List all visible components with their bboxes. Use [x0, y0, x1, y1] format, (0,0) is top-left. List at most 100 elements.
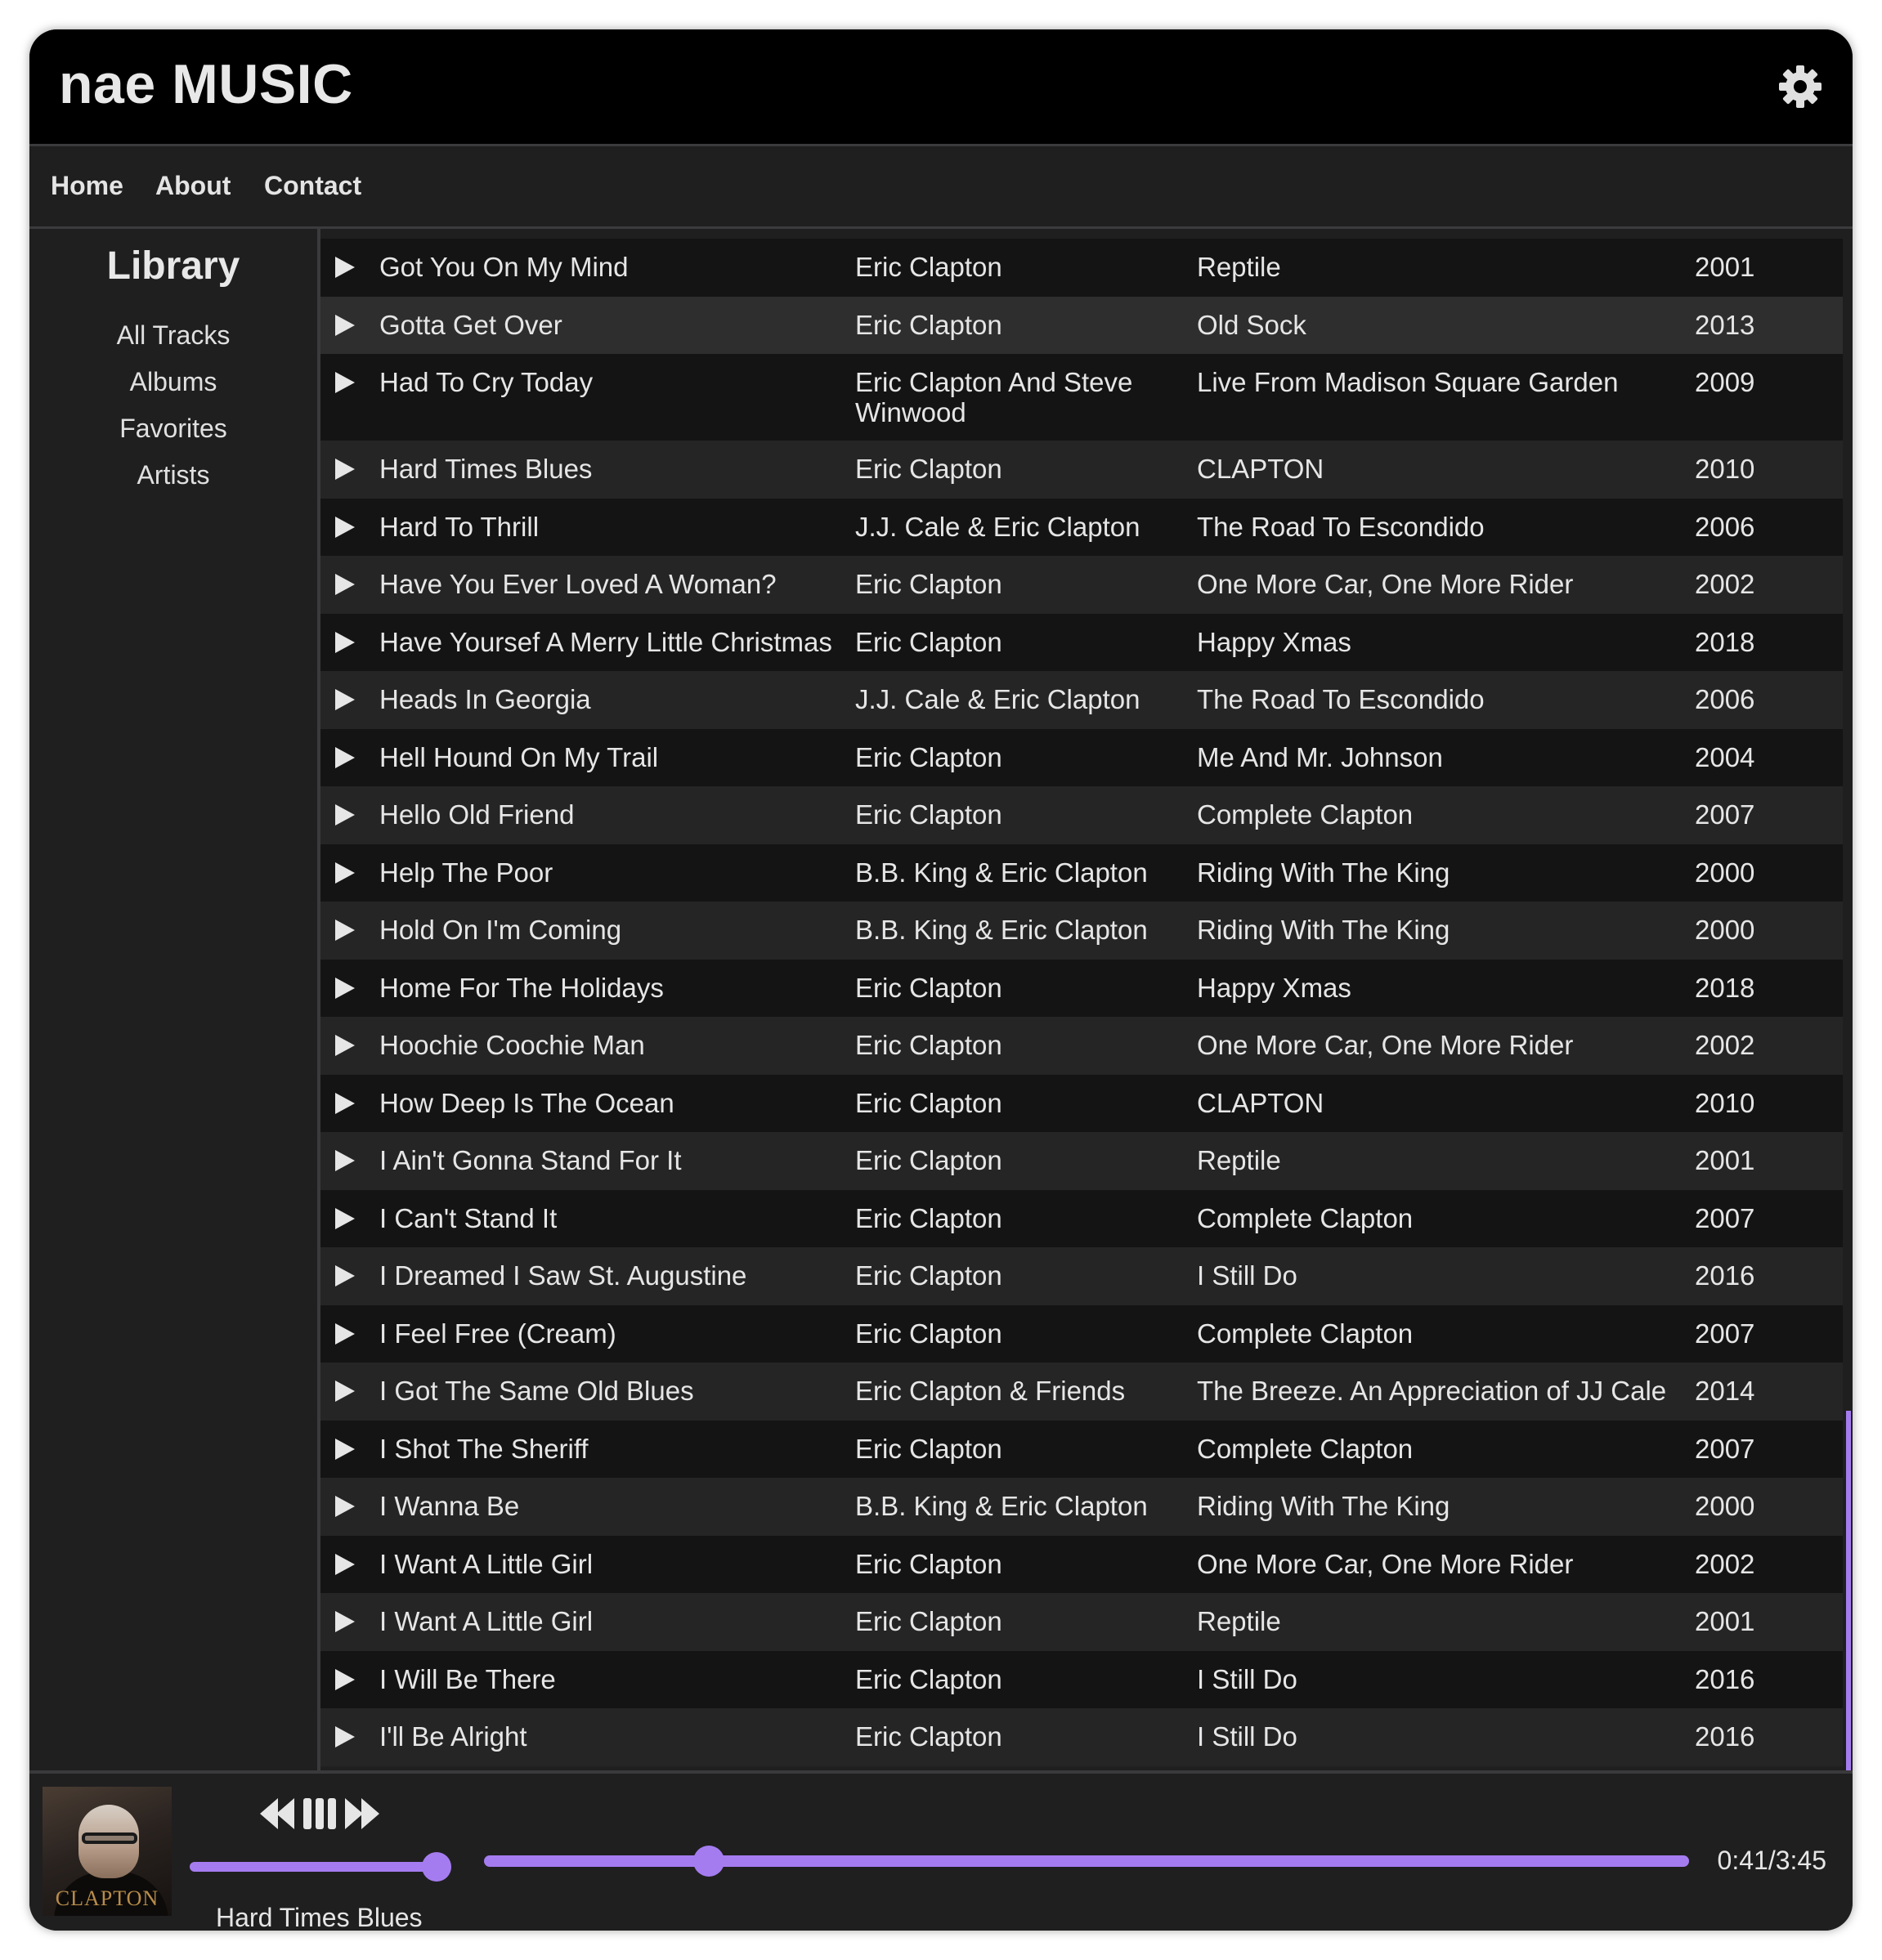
track-row[interactable]: Hard Times Blues Eric Clapton CLAPTON 2010 — [320, 441, 1843, 499]
next-icon[interactable] — [345, 1798, 379, 1829]
play-icon[interactable] — [332, 687, 356, 712]
sidebar-item-favorites[interactable]: Favorites — [29, 414, 317, 444]
play-icon[interactable] — [332, 457, 356, 481]
play-icon[interactable] — [332, 1379, 356, 1403]
sidebar-item-artists[interactable]: Artists — [29, 460, 317, 490]
nav-home-link[interactable]: Home — [51, 171, 123, 201]
volume-slider-thumb[interactable] — [422, 1852, 451, 1882]
play-icon[interactable] — [332, 976, 356, 1000]
sidebar-item-albums[interactable]: Albums — [29, 367, 317, 397]
track-row[interactable]: Help The Poor B.B. King & Eric Clapton Rid… — [320, 844, 1843, 902]
track-album: Old Sock — [1197, 309, 1306, 340]
track-row[interactable]: Have You Ever Loved A Woman? Eric Clapton… — [320, 556, 1843, 614]
track-row[interactable]: Hell Hound On My Trail Eric Clapton Me And… — [320, 728, 1843, 786]
track-year: 2000 — [1695, 915, 1755, 945]
pause-icon[interactable] — [303, 1798, 336, 1829]
track-album: Complete Clapton — [1197, 1318, 1414, 1349]
track-row[interactable]: Gotta Get Over Eric Clapton Old Sock 2013 — [320, 296, 1843, 354]
nav-contact-link[interactable]: Contact — [264, 171, 361, 201]
play-icon[interactable] — [332, 803, 356, 827]
track-row[interactable]: I Got The Same Old Blues Eric Clapton & F… — [320, 1363, 1843, 1421]
track-year: 2010 — [1695, 1087, 1755, 1118]
track-year: 2016 — [1695, 1721, 1755, 1752]
seek-bar-thumb[interactable] — [693, 1846, 724, 1877]
track-title: Hoochie Coochie Man — [379, 1030, 645, 1060]
track-title: I Want A Little Girl — [379, 1606, 594, 1636]
track-row[interactable]: I Want A Little Girl Eric Clapton One More… — [320, 1535, 1843, 1593]
gear-icon[interactable] — [1776, 62, 1825, 111]
play-icon[interactable] — [332, 313, 356, 338]
play-icon[interactable] — [332, 861, 356, 885]
track-row[interactable]: How Deep Is The Ocean Eric Clapton CLAPTON… — [320, 1074, 1843, 1132]
track-title: I Shot The Sheriff — [379, 1433, 589, 1464]
track-title: How Deep Is The Ocean — [379, 1087, 674, 1118]
track-title: I Will Be There — [379, 1663, 556, 1694]
track-title: I Got The Same Old Blues — [379, 1376, 694, 1406]
track-row[interactable]: I Want A Little Girl Eric Clapton Reptile 2… — [320, 1593, 1843, 1651]
play-icon[interactable] — [332, 1091, 356, 1116]
track-artist: Eric Clapton & Friends — [855, 1376, 1126, 1406]
volume-slider-track[interactable] — [190, 1862, 435, 1872]
play-icon[interactable] — [332, 745, 356, 770]
play-icon[interactable] — [332, 370, 356, 395]
track-row[interactable]: Hello Old Friend Eric Clapton Complete Cla… — [320, 786, 1843, 844]
track-row[interactable]: Hard To Thrill J.J. Cale & Eric Clapton Th… — [320, 498, 1843, 556]
play-icon[interactable] — [332, 572, 356, 597]
track-title: Heads In Georgia — [379, 684, 591, 714]
track-row[interactable]: I Ain't Gonna Stand For It Eric Clapton Re… — [320, 1132, 1843, 1190]
play-icon[interactable] — [332, 1437, 356, 1461]
track-year: 2009 — [1695, 367, 1755, 397]
play-icon[interactable] — [332, 1552, 356, 1577]
play-icon[interactable] — [332, 1033, 356, 1058]
play-icon[interactable] — [332, 1322, 356, 1346]
track-row[interactable]: Home For The Holidays Eric Clapton Happy X… — [320, 959, 1843, 1017]
track-row[interactable]: Heads In Georgia J.J. Cale & Eric Clapton… — [320, 671, 1843, 729]
track-artist: Eric Clapton — [855, 1030, 1002, 1060]
track-title: Gotta Get Over — [379, 309, 562, 340]
track-row[interactable]: Hoochie Coochie Man Eric Clapton One More … — [320, 1017, 1843, 1075]
play-icon[interactable] — [332, 1494, 356, 1519]
sidebar-item-all-tracks[interactable]: All Tracks — [29, 320, 317, 351]
nav-bar: Home About Contact — [29, 144, 1853, 229]
play-icon[interactable] — [332, 515, 356, 539]
track-title: I Dreamed I Saw St. Augustine — [379, 1260, 747, 1291]
play-icon[interactable] — [332, 1148, 356, 1173]
scrollbar[interactable] — [1846, 1411, 1851, 1770]
track-year: 2000 — [1695, 857, 1755, 888]
track-year: 2001 — [1695, 252, 1755, 282]
track-year: 2007 — [1695, 1202, 1755, 1233]
track-row[interactable]: I Dreamed I Saw St. Augustine Eric Clapto… — [320, 1247, 1843, 1305]
nav-about-link[interactable]: About — [155, 171, 231, 201]
play-icon[interactable] — [332, 1264, 356, 1288]
play-icon[interactable] — [332, 918, 356, 942]
play-icon[interactable] — [332, 1609, 356, 1634]
track-album: The Breeze. An Appreciation of JJ Cale — [1197, 1376, 1667, 1406]
play-icon[interactable] — [332, 1667, 356, 1692]
play-icon[interactable] — [332, 630, 356, 655]
track-row[interactable]: I Wanna Be B.B. King & Eric Clapton Riding… — [320, 1478, 1843, 1536]
track-row[interactable]: I Shot The Sheriff Eric Clapton Complete C… — [320, 1420, 1843, 1478]
seek-bar-track[interactable] — [484, 1855, 1689, 1867]
track-row[interactable]: Have Yoursef A Merry Little Christmas Eri… — [320, 613, 1843, 671]
track-artist: Eric Clapton — [855, 1260, 1002, 1291]
previous-icon[interactable] — [260, 1798, 294, 1829]
track-row[interactable]: Hold On I'm Coming B.B. King & Eric Clapt… — [320, 902, 1843, 960]
track-row[interactable]: I'll Be Alright Eric Clapton I Still Do 201… — [320, 1708, 1843, 1766]
track-row[interactable]: Got You On My Mind Eric Clapton Reptile 200… — [320, 239, 1843, 297]
track-album: The Road To Escondido — [1197, 684, 1485, 714]
track-year: 2018 — [1695, 972, 1755, 1003]
track-album: Me And Mr. Johnson — [1197, 741, 1443, 772]
track-title: Had To Cry Today — [379, 367, 594, 397]
track-row[interactable]: I Can't Stand It Eric Clapton Complete Cla… — [320, 1189, 1843, 1247]
track-title: Hard To Thrill — [379, 511, 540, 542]
play-icon[interactable] — [332, 255, 356, 280]
track-row[interactable]: Had To Cry Today Eric Clapton And Steve W… — [320, 354, 1843, 441]
play-icon[interactable] — [332, 1725, 356, 1749]
track-album: Live From Madison Square Garden — [1197, 367, 1619, 397]
track-row[interactable]: I Feel Free (Cream) Eric Clapton Complete … — [320, 1304, 1843, 1363]
play-icon[interactable] — [332, 1206, 356, 1231]
track-artist: J.J. Cale & Eric Clapton — [855, 684, 1140, 714]
track-row[interactable]: I Will Be There Eric Clapton I Still Do 201… — [320, 1650, 1843, 1708]
track-artist: Eric Clapton — [855, 1202, 1002, 1233]
track-artist: J.J. Cale & Eric Clapton — [855, 511, 1140, 542]
